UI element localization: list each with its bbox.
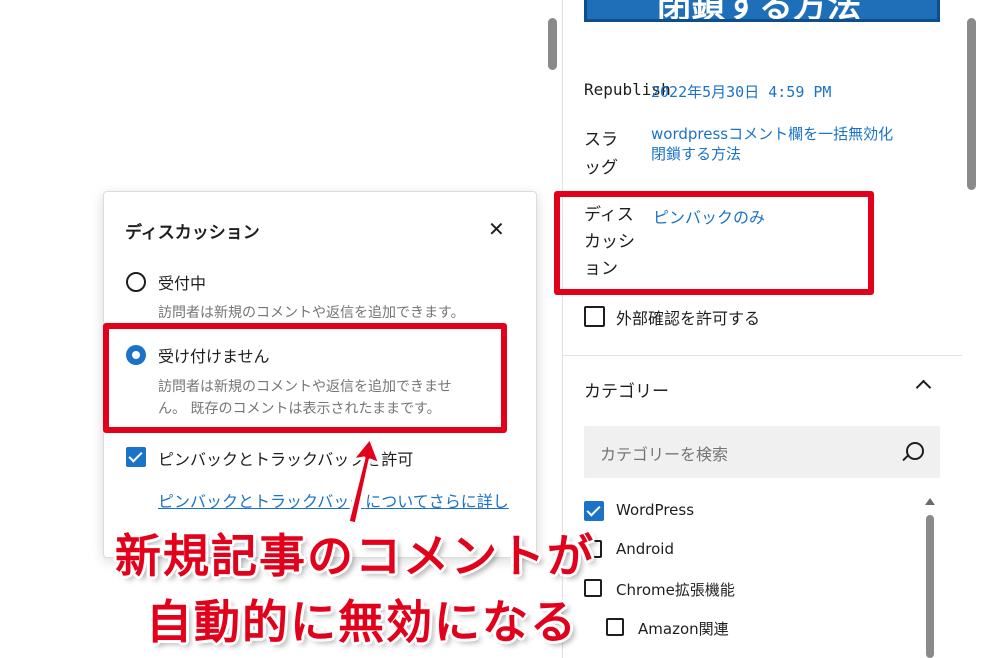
slug-button[interactable]: wordpressコメント欄を一括無効化 閉鎖する方法 — [651, 124, 893, 164]
panel-divider — [562, 355, 962, 356]
pingback-checkbox[interactable] — [126, 447, 146, 467]
slug-value-line2: 閉鎖する方法 — [651, 145, 742, 163]
highlight-closed-option — [103, 323, 507, 433]
close-icon[interactable]: ✕ — [488, 219, 505, 239]
category-scrollbar[interactable] — [926, 515, 934, 658]
highlight-discussion-setting — [554, 191, 874, 295]
slug-label: スラッグ — [584, 130, 618, 178]
annotation-caption-line2: 自動的に無効になる — [146, 595, 578, 649]
search-icon[interactable] — [906, 442, 924, 460]
featured-image-text: 閉鎖する方法 — [657, 0, 861, 22]
featured-image[interactable]: 閉鎖する方法 — [584, 0, 940, 22]
popover-title: ディスカッション — [125, 223, 260, 243]
category-scroll-up-arrow[interactable] — [925, 498, 935, 505]
option-open-label: 受付中 — [158, 274, 207, 293]
annotation-arrow — [346, 436, 382, 526]
category-panel-title[interactable]: カテゴリー — [584, 377, 669, 402]
category-label-chrome: Chrome拡張機能 — [616, 581, 735, 599]
category-label-amazon: Amazon関連 — [638, 620, 729, 638]
radio-comments-open[interactable] — [126, 272, 146, 292]
category-checkbox-amazon[interactable] — [606, 618, 624, 636]
sidebar-scrollbar[interactable] — [967, 18, 976, 190]
editor-scrollbar[interactable] — [548, 18, 557, 70]
category-search-placeholder: カテゴリーを検索 — [600, 445, 729, 464]
category-search-input[interactable]: カテゴリーを検索 — [584, 426, 940, 478]
publish-date-button[interactable]: 2022年5月30日 4:59 PM — [651, 81, 831, 102]
external-check-checkbox[interactable] — [584, 306, 605, 327]
category-label-android: Android — [616, 540, 674, 558]
option-open-help: 訪問者は新規のコメントや返信を追加できます。 — [158, 305, 465, 321]
category-checkbox-wordpress[interactable] — [584, 501, 604, 521]
slug-value-line1: wordpressコメント欄を一括無効化 — [651, 125, 894, 143]
external-check-label: 外部確認を許可する — [616, 309, 761, 328]
category-label-wordpress: WordPress — [616, 501, 695, 519]
annotation-caption-line1: 新規記事のコメントが — [115, 529, 595, 583]
